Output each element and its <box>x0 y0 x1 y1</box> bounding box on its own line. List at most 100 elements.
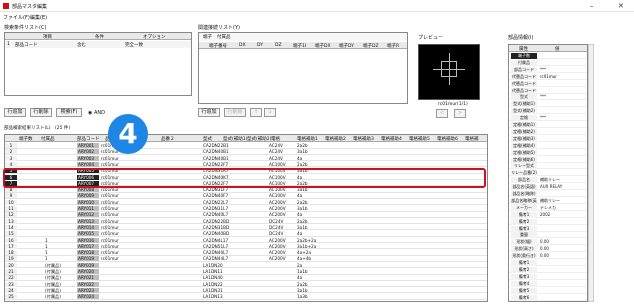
prop-row[interactable]: リレー型式 <box>509 163 587 170</box>
move-down-button[interactable]: ↓ <box>264 108 276 117</box>
props-grid[interactable]: 属性 値 端子数 付属品 部品コード *** 代替品コード rc01mur 代替品コード 代替… <box>508 44 588 302</box>
prop-row[interactable]: 部品名(略称) <box>509 191 587 197</box>
table-row[interactable]: 4 ARY004 rc01mur CA2DN22F7 AC100V 2a2b <box>5 161 487 168</box>
cell-code: ARY004 <box>77 161 99 167</box>
table-row[interactable]: 12 ARY012 rc01mur CA2DN40L7 AC200V 4a <box>5 212 487 218</box>
props-header: 属性 値 <box>509 45 587 52</box>
prop-row[interactable]: 部品名 補助リレー <box>509 177 587 184</box>
prop-row[interactable]: 部品名略称(英語)補助リレー <box>509 197 587 210</box>
prop-row[interactable]: 定格(補助4) <box>509 142 587 149</box>
results-grid[interactable]: 端子数 付属品 部品コード 品番 品番２ 型式 型式(補助1) 型式(補助2) … <box>4 134 488 302</box>
related-row-add-button[interactable]: 行追加 <box>198 108 220 117</box>
menu-bar: ファイル(F) 編集(E) <box>0 12 634 21</box>
search-option-select[interactable]: 完全一致 <box>125 42 143 48</box>
table-row[interactable]: 19 1 ARY019 rc01mur CA2DN44L7 AC200V 4a+4b <box>5 256 487 262</box>
table-row[interactable]: 11 ARY011 rc01mur CA2DN31L7 AC200V 3a1b <box>5 206 487 212</box>
prop-row[interactable]: 備考3 <box>509 273 587 280</box>
search-cond-select[interactable]: 含む <box>77 42 86 48</box>
prop-row[interactable]: 定格(補助6) <box>509 156 587 163</box>
search-item-select[interactable]: 部品コード <box>15 42 38 48</box>
table-row[interactable]: 13 ARY013 rc01mur CA2DN22BD DC24V 2a2b <box>5 218 487 225</box>
prop-row[interactable]: 形状(幅) 0.00 <box>509 239 587 246</box>
table-row[interactable]: 2 ARY002 rc01mur CA2DN40B1 AC24V 3a1b <box>5 149 487 155</box>
prop-key: 定格(補助5) <box>511 149 537 156</box>
preview-prev-button[interactable]: < <box>436 109 448 118</box>
table-row[interactable]: 1 ARY001 rc01mur CA2DN22B1 AC24V 2a2b <box>5 143 487 149</box>
table-row[interactable]: 15 ARY015 rc01mur CA2DN40BD DC24V 4a <box>5 231 487 237</box>
search-header: 項目 条件 オプション <box>5 33 191 40</box>
table-row[interactable]: 21 (付属品) ARY020 LA1DN11 1a1b <box>5 269 487 275</box>
prop-row[interactable]: 付属品 <box>509 59 587 66</box>
related-list[interactable]: 端子 付属品 端子番号 DX DY DZ 端子1I 端子DX 端子DY 端子DZ… <box>198 32 408 104</box>
prop-row[interactable]: 備考2 <box>509 266 587 273</box>
prop-value: テレメカ <box>540 204 556 210</box>
table-row[interactable]: 3 ARY003 rc01mur CA2DN40B1 AC24V 4a <box>5 155 487 162</box>
prop-row[interactable]: 形状(奥行き) 0.00 <box>509 253 587 260</box>
preview-next-button[interactable]: > <box>454 109 466 118</box>
prop-row[interactable]: 備考1 2002 <box>509 211 587 218</box>
menu-file[interactable]: ファイル(F) <box>3 14 30 21</box>
prop-row[interactable]: 型式(補助2) <box>509 108 587 115</box>
minimize-button[interactable]: – <box>590 2 594 10</box>
prop-row[interactable]: 備考4 <box>509 280 587 287</box>
prop-row[interactable]: 部品コード *** <box>509 66 587 73</box>
prop-row[interactable]: 備考5 <box>509 287 587 294</box>
close-button[interactable]: ✕ <box>618 2 624 10</box>
prop-row[interactable]: 形状(高さ) 0.00 <box>509 246 587 253</box>
prop-row[interactable]: 代替品コード <box>509 80 587 87</box>
relay-symbol <box>441 61 457 77</box>
cell-type: CA2DN40BD <box>203 231 230 237</box>
prop-row[interactable]: 重量 <box>509 232 587 239</box>
prop-row[interactable]: 備考3 <box>509 225 587 232</box>
prop-row[interactable]: 備考6 <box>509 294 587 301</box>
table-row[interactable]: 9 ARY009 rc01mur CA2DN40F7 AC100V 4a <box>5 193 487 199</box>
prop-row[interactable]: 型式(補助1) <box>509 101 587 108</box>
prop-row[interactable]: 備考2 <box>509 218 587 225</box>
table-row[interactable]: 16 1 ARY016 rc01mur CA2DN4L17 AC200V 2a2b+2a <box>5 237 487 244</box>
col-condition: 条件 <box>95 35 104 40</box>
props-scrollbar[interactable] <box>588 44 594 302</box>
menu-edit[interactable]: 編集(E) <box>30 14 47 21</box>
table-row[interactable]: 22 (付属品) ARY021 LA1DN40 4a <box>5 275 487 281</box>
table-row[interactable]: 17 1 ARY017 rc01mur CA2DN51L7 AC200V 3a1b+2a <box>5 243 487 250</box>
search-condition-list[interactable]: 項目 条件 オプション 1 部品コード 含む 完全一致 <box>4 32 192 96</box>
prop-row[interactable]: 定格(補助1) <box>509 122 587 128</box>
table-row[interactable]: 20 (付属品) ARY019 LA1DN20 2a <box>5 262 487 269</box>
prop-row[interactable]: 定格(補助5) <box>509 149 587 156</box>
prop-row[interactable]: 部品名(英語) AUX RELAY <box>509 184 587 191</box>
table-row[interactable]: 23 (付属品) ARY022 LA1DN22 2a2b <box>5 281 487 288</box>
prop-value: AUX RELAY <box>540 184 563 190</box>
table-row[interactable]: 14 ARY014 rc01mur CA2DN31BD DC24V 3a1b <box>5 224 487 231</box>
table-row[interactable]: 25 (付属品) ARY024 LA1DN13 1a3b <box>5 294 487 300</box>
cell-type: CA2DN22BD <box>203 218 230 224</box>
search-button[interactable]: 検索(F) <box>56 108 82 117</box>
and-radio[interactable]: ◉ AND <box>88 110 105 116</box>
search-row[interactable]: 1 部品コード 含む 完全一致 <box>5 41 191 48</box>
cell-code: ARY019 <box>77 262 99 268</box>
col-dz: DZ <box>275 43 282 48</box>
table-row[interactable]: 24 (付属品) ARY023 LA1DN31 3a1b <box>5 287 487 294</box>
table-row[interactable]: 10 ARY010 rc01mur CA2DN22L7 AC200V 2a2b <box>5 199 487 206</box>
move-up-button[interactable]: ↑ <box>250 108 262 117</box>
prop-row[interactable]: メーカー テレメカ <box>509 204 587 211</box>
cell-name: rc01mur <box>101 193 119 199</box>
table-row[interactable]: 18 1 ARY018 rc01mur CA2DN40L7 AC200V 4a+2a <box>5 250 487 256</box>
prop-value: *** <box>540 94 546 100</box>
cell-cur: 3a1b <box>297 224 308 230</box>
col-type: 型式 <box>203 137 212 142</box>
prop-row[interactable]: 型式 *** <box>509 94 587 101</box>
prop-row[interactable]: 定格 *** <box>509 115 587 122</box>
prop-row[interactable]: 代替品コード <box>509 87 587 94</box>
related-row-delete-button[interactable]: 行削除 <box>224 108 246 117</box>
tab-accessory[interactable]: 付属品 <box>217 34 231 40</box>
search-row-add-button[interactable]: 行追加 <box>4 108 26 117</box>
search-row-delete-button[interactable]: 行削除 <box>30 108 52 117</box>
tab-terminal[interactable]: 端子 <box>203 34 212 40</box>
prop-row[interactable]: 代替品コード rc01mur <box>509 73 587 80</box>
prop-row[interactable]: 備考1 <box>509 260 587 266</box>
prop-row[interactable]: リレー品番(2) <box>509 170 587 177</box>
prop-row[interactable]: 定格(補助2) <box>509 128 587 135</box>
prop-row[interactable]: 定格(補助3) <box>509 135 587 142</box>
cell-no: 1 <box>5 143 17 148</box>
prop-row[interactable]: 端子数 <box>509 53 587 59</box>
